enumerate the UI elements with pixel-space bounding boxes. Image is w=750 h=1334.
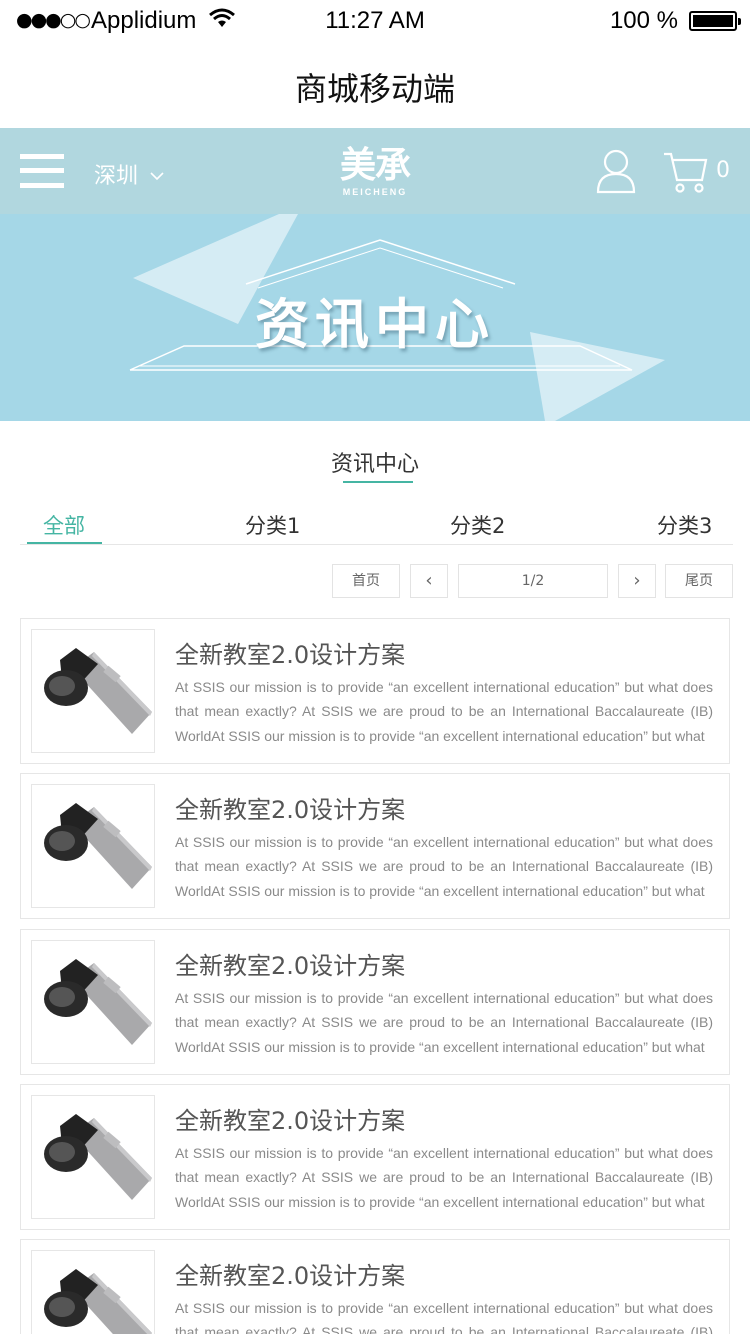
tab-category-2[interactable]: 分类2 [450, 510, 505, 544]
battery-icon [689, 11, 741, 31]
article-item[interactable]: 全新教室2.0设计方案 At SSIS our mission is to pr… [20, 1239, 730, 1334]
article-title[interactable]: 全新教室2.0设计方案 [175, 635, 405, 670]
article-thumbnail[interactable] [31, 784, 155, 908]
article-title[interactable]: 全新教室2.0设计方案 [175, 790, 405, 825]
category-tabs: 全部 分类1 分类2 分类3 [20, 506, 733, 545]
logo-text-cn: 美承 [339, 145, 411, 186]
article-title[interactable]: 全新教室2.0设计方案 [175, 1101, 405, 1136]
site-header: 深圳 美承 MEICHENG 0 [0, 128, 750, 214]
article-description: At SSIS our mission is to provide “an ex… [175, 990, 713, 1055]
article-thumbnail[interactable] [31, 940, 155, 1064]
logo-text-en: MEICHENG [342, 187, 408, 197]
user-icon[interactable] [595, 148, 637, 198]
section-title-underline [343, 481, 413, 483]
tab-category-1[interactable]: 分类1 [245, 510, 300, 544]
page-indicator: 1/2 [458, 564, 608, 598]
last-page-button[interactable]: 尾页 [665, 564, 733, 598]
article-thumbnail[interactable] [31, 1250, 155, 1334]
next-page-button[interactable]: › [618, 564, 656, 598]
page-title: 商城移动端 [294, 70, 455, 108]
article-thumbnail[interactable] [31, 629, 155, 753]
tab-category-3[interactable]: 分类3 [657, 510, 712, 544]
article-item[interactable]: 全新教室2.0设计方案 At SSIS our mission is to pr… [20, 773, 730, 919]
article-description: At SSIS our mission is to provide “an ex… [175, 1300, 713, 1334]
cart-count-badge[interactable]: 0 [716, 158, 730, 183]
banner-title: 资讯中心 [255, 292, 495, 356]
hero-banner: 资讯中心 [0, 214, 750, 421]
tab-all[interactable]: 全部 [43, 510, 85, 544]
article-thumbnail[interactable] [31, 1095, 155, 1219]
status-bar: ●●●○○ Applidium 11:27 AM 100 % [0, 0, 750, 40]
article-title[interactable]: 全新教室2.0设计方案 [175, 1256, 405, 1291]
article-title[interactable]: 全新教室2.0设计方案 [175, 946, 405, 981]
city-selector[interactable]: 深圳 [94, 158, 138, 190]
brand-logo[interactable]: 美承 MEICHENG [332, 146, 418, 202]
cart-icon[interactable] [662, 150, 708, 200]
article-description: At SSIS our mission is to provide “an ex… [175, 834, 713, 899]
article-item[interactable]: 全新教室2.0设计方案 At SSIS our mission is to pr… [20, 618, 730, 764]
tab-active-indicator [27, 542, 102, 544]
first-page-button[interactable]: 首页 [332, 564, 400, 598]
article-description: At SSIS our mission is to provide “an ex… [175, 679, 713, 744]
battery-percentage: 100 % [609, 7, 678, 34]
section-title: 资讯中心 [330, 452, 419, 477]
article-item[interactable]: 全新教室2.0设计方案 At SSIS our mission is to pr… [20, 929, 730, 1075]
chevron-down-icon[interactable] [150, 166, 164, 185]
hamburger-menu-icon[interactable] [20, 154, 64, 188]
prev-page-button[interactable]: ‹ [410, 564, 448, 598]
article-item[interactable]: 全新教室2.0设计方案 At SSIS our mission is to pr… [20, 1084, 730, 1230]
article-description: At SSIS our mission is to provide “an ex… [175, 1145, 713, 1210]
